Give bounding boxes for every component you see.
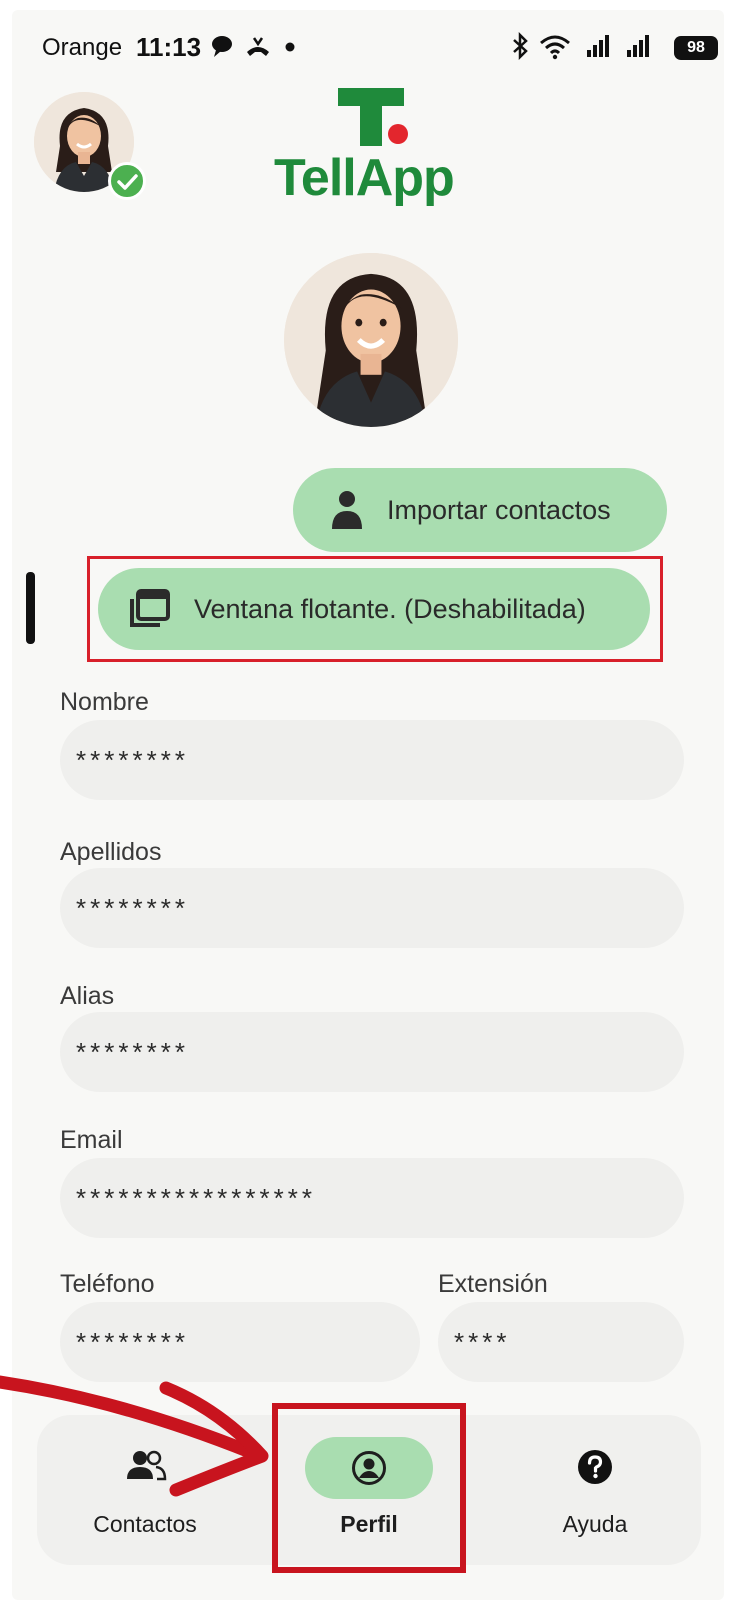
signal-icon-sim1 bbox=[587, 35, 609, 57]
status-time: 11:13 bbox=[136, 32, 202, 62]
annotation-arrow bbox=[0, 1375, 269, 1497]
missed-call-icon bbox=[247, 37, 269, 56]
message-icon bbox=[212, 36, 232, 57]
nav-label-contactos: Contactos bbox=[93, 1511, 197, 1537]
extension-field[interactable]: **** bbox=[438, 1302, 684, 1382]
status-bar: Orange 11:13 98 bbox=[12, 10, 724, 86]
annotation-ink-mark bbox=[26, 572, 35, 644]
person-icon bbox=[332, 491, 362, 529]
logo-wordmark: TellApp bbox=[274, 149, 455, 207]
help-icon bbox=[578, 1450, 612, 1484]
import-contacts-label: Importar contactos bbox=[387, 494, 611, 525]
carrier-name: Orange bbox=[42, 34, 123, 61]
annotation-highlight-box bbox=[87, 556, 663, 662]
email-label: Email bbox=[60, 1126, 123, 1154]
apellidos-field[interactable]: ******** bbox=[60, 868, 684, 948]
battery-indicator: 98 bbox=[674, 36, 718, 60]
alias-label: Alias bbox=[60, 982, 115, 1010]
verified-badge bbox=[108, 162, 146, 200]
nombre-label: Nombre bbox=[60, 688, 149, 716]
signal-icon-sim2 bbox=[627, 35, 649, 57]
annotation-highlight-perfil bbox=[272, 1403, 466, 1573]
nav-label-ayuda: Ayuda bbox=[562, 1511, 628, 1537]
tellapp-logo: TellApp bbox=[274, 86, 474, 216]
email-field[interactable]: ***************** bbox=[60, 1158, 684, 1238]
import-contacts-button[interactable]: Importar contactos bbox=[293, 468, 667, 552]
woman-avatar-illustration-large bbox=[284, 253, 458, 427]
alias-field[interactable]: ******** bbox=[60, 1012, 684, 1092]
bluetooth-icon bbox=[513, 32, 528, 60]
apellidos-label: Apellidos bbox=[60, 838, 162, 866]
nav-item-ayuda[interactable]: Ayuda bbox=[505, 1415, 685, 1565]
telefono-label: Teléfono bbox=[60, 1270, 155, 1298]
dot-icon bbox=[285, 42, 295, 52]
nombre-field[interactable]: ******** bbox=[60, 720, 684, 800]
profile-photo[interactable] bbox=[284, 253, 458, 427]
check-icon bbox=[117, 174, 138, 190]
extension-label: Extensión bbox=[438, 1270, 548, 1298]
wifi-icon bbox=[540, 35, 570, 60]
logo-t-mark bbox=[338, 88, 408, 146]
